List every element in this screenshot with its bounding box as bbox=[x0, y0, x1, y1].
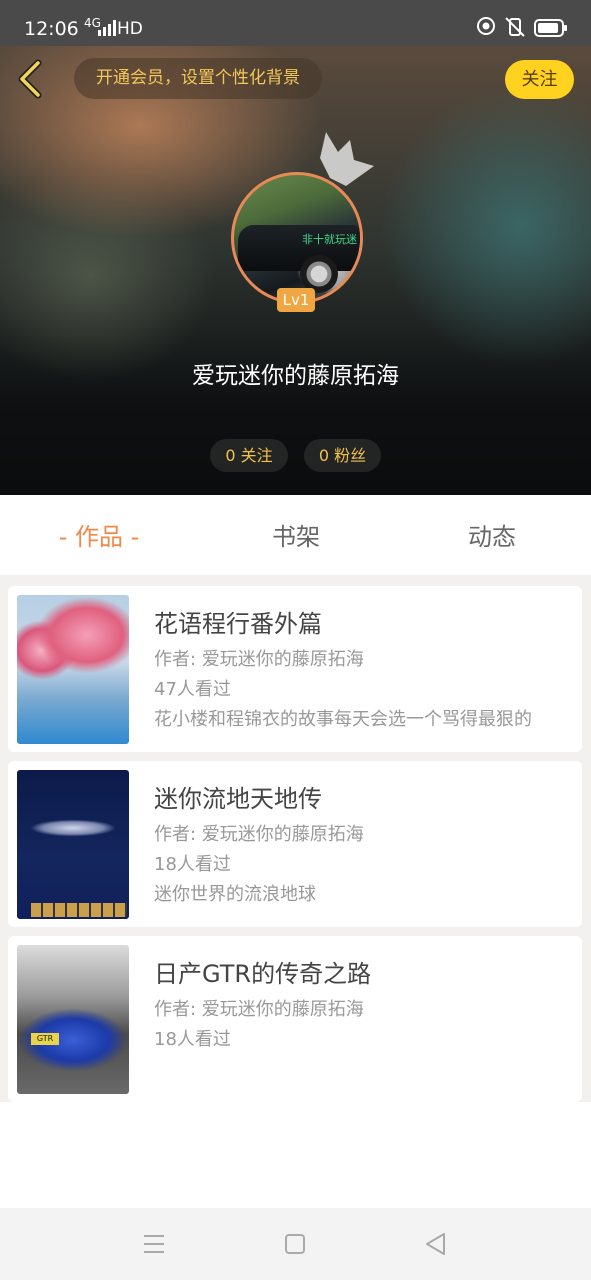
profile-tabs: - 作品 - 书架 动态 bbox=[0, 495, 591, 575]
username: 爱玩迷你的藤原拓海 bbox=[192, 363, 399, 389]
status-bar: 12:06 4G HD bbox=[0, 0, 591, 46]
system-nav-bar bbox=[0, 1208, 591, 1280]
status-time: 12:06 bbox=[24, 18, 79, 40]
work-description: 迷你世界的流浪地球 bbox=[154, 884, 316, 905]
back-nav-icon[interactable] bbox=[424, 1232, 446, 1256]
avatar-tag: 非十就玩迷 bbox=[302, 233, 357, 246]
cover-plate: GTR bbox=[31, 1033, 59, 1045]
work-author: 作者: 爱玩迷你的藤原拓海 bbox=[154, 999, 364, 1020]
work-author: 作者: 爱玩迷你的藤原拓海 bbox=[154, 824, 364, 845]
list-item[interactable]: GTR 日产GTR的传奇之路 作者: 爱玩迷你的藤原拓海 18人看过 bbox=[8, 936, 582, 1102]
work-cover: GTR bbox=[17, 945, 129, 1094]
work-views: 18人看过 bbox=[154, 1029, 231, 1050]
list-item[interactable]: 花语程行番外篇 作者: 爱玩迷你的藤原拓海 47人看过 花小楼和程锦衣的故事每天… bbox=[8, 586, 582, 752]
level-badge: Lv1 bbox=[277, 288, 315, 312]
work-views: 18人看过 bbox=[154, 854, 231, 875]
work-author: 作者: 爱玩迷你的藤原拓海 bbox=[154, 649, 364, 670]
profile-header: 开通会员，设置个性化背景 关注 非十就玩迷 Lv1 爱玩迷你的藤原拓海 0 关注… bbox=[0, 46, 591, 495]
nfc-icon bbox=[477, 17, 495, 35]
home-icon[interactable] bbox=[284, 1232, 306, 1256]
menu-icon[interactable] bbox=[142, 1232, 166, 1256]
work-title: 花语程行番外篇 bbox=[154, 610, 322, 638]
signal-icon bbox=[98, 20, 116, 36]
tab-works[interactable]: - 作品 - bbox=[36, 495, 162, 575]
followers-count[interactable]: 0 粉丝 bbox=[304, 439, 381, 472]
work-title: 迷你流地天地传 bbox=[154, 785, 322, 813]
battery-icon bbox=[534, 19, 567, 37]
following-count[interactable]: 0 关注 bbox=[210, 439, 288, 472]
work-description: 花小楼和程锦衣的故事每天会选一个骂得最狠的 bbox=[154, 709, 532, 730]
cover-hotbar bbox=[31, 903, 127, 917]
mute-icon bbox=[505, 17, 525, 37]
follow-button[interactable]: 关注 bbox=[505, 60, 574, 99]
work-views: 47人看过 bbox=[154, 679, 231, 700]
avatar[interactable]: 非十就玩迷 bbox=[231, 172, 363, 304]
list-footer-space bbox=[0, 1102, 591, 1208]
tab-bookshelf[interactable]: 书架 bbox=[246, 495, 346, 575]
list-item[interactable]: 迷你流地天地传 作者: 爱玩迷你的藤原拓海 18人看过 迷你世界的流浪地球 bbox=[8, 761, 582, 927]
back-button[interactable] bbox=[14, 58, 48, 100]
tab-activity[interactable]: 动态 bbox=[442, 495, 542, 575]
work-cover bbox=[17, 770, 129, 919]
work-title: 日产GTR的传奇之路 bbox=[154, 960, 372, 988]
network-type: HD bbox=[117, 19, 143, 39]
work-cover bbox=[17, 595, 129, 744]
vip-background-banner[interactable]: 开通会员，设置个性化背景 bbox=[74, 58, 322, 99]
